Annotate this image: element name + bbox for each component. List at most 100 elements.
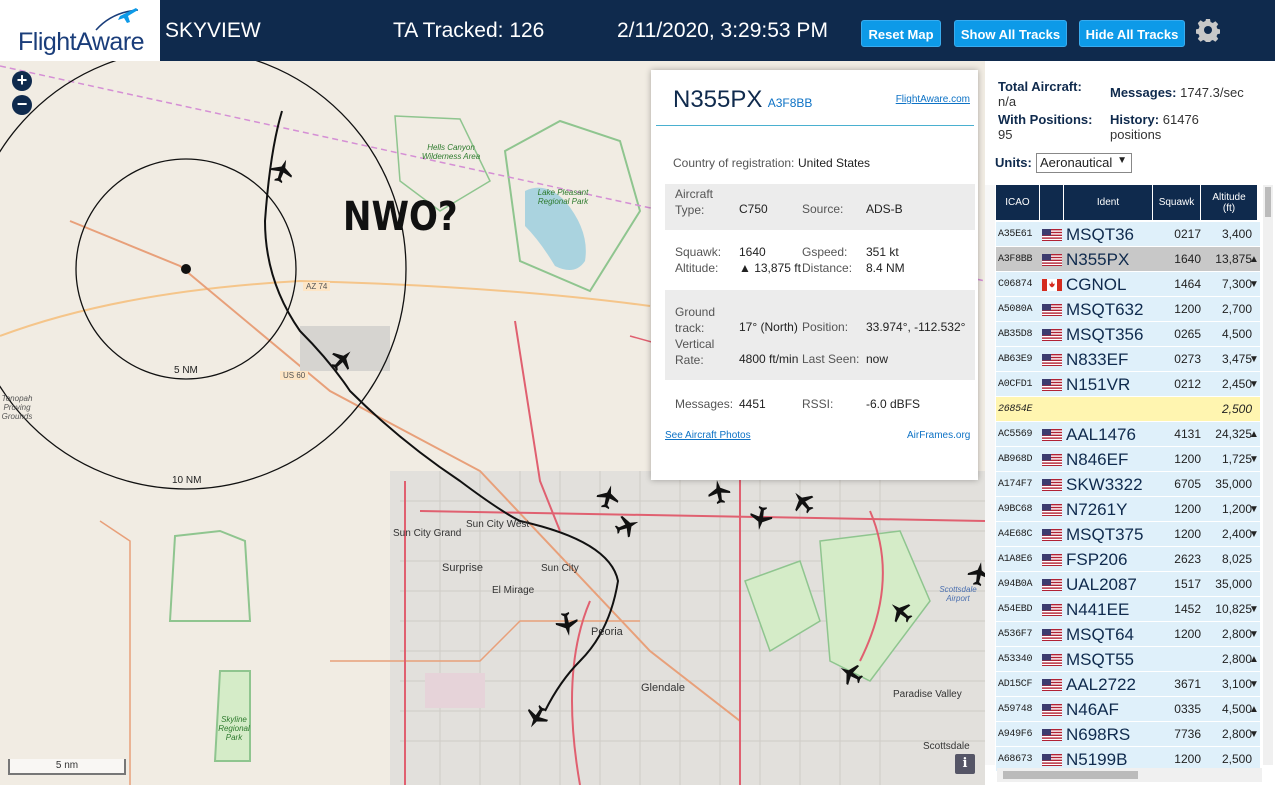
column-header-flag[interactable]: [1040, 185, 1063, 220]
altitude-cell: 4,500: [1221, 702, 1252, 716]
column-header-ident[interactable]: Ident: [1064, 185, 1152, 220]
icao-cell: A0CFD1: [998, 379, 1033, 390]
logo-text: FlightAware: [18, 28, 145, 56]
flightaware-logo[interactable]: FlightAware: [0, 0, 160, 61]
type-section: Aircraft Type: C750 Source: ADS-B: [665, 184, 975, 230]
table-row[interactable]: A35E61 MSQT36 0217 3,400: [996, 222, 1260, 247]
us-flag-icon: [1042, 604, 1062, 616]
table-row[interactable]: A949F6 N698RS 7736 2,800 ▼: [996, 722, 1260, 747]
zoom-in-button[interactable]: +: [12, 71, 32, 91]
trend-icon: ▲: [1249, 654, 1259, 665]
squawk-cell: 0265: [1174, 327, 1201, 341]
messages-value: 4451: [739, 397, 766, 411]
table-row[interactable]: A54EBD N441EE 1452 10,825 ▼: [996, 597, 1260, 622]
table-row[interactable]: AC5569 AAL1476 4131 24,325 ▲: [996, 422, 1260, 447]
icao-cell: A1A8E6: [998, 554, 1033, 565]
range-ring-label-10nm: 10 NM: [172, 475, 202, 486]
airframes-link[interactable]: AirFrames.org: [907, 430, 970, 441]
table-row[interactable]: A4E68C MSQT375 1200 2,400 ▼: [996, 522, 1260, 547]
ident-cell: SKW3322: [1066, 475, 1143, 494]
ident-cell: FSP206: [1066, 550, 1128, 569]
with-positions-value: 95: [998, 127, 1013, 142]
squawk-cell: 1517: [1174, 577, 1201, 591]
squawk-cell: 4131: [1174, 427, 1201, 441]
zoom-out-button[interactable]: −: [12, 95, 32, 115]
annotation-text: NWO?: [343, 194, 458, 240]
altitude-cell: 2,450: [1221, 377, 1252, 391]
vertical-scrollbar-thumb[interactable]: [1265, 187, 1271, 217]
park-label: Skyline Regional Park: [218, 715, 250, 742]
us-flag-icon: [1042, 454, 1062, 466]
table-row[interactable]: A53340 MSQT55 2,800 ▲: [996, 647, 1260, 672]
reset-map-button[interactable]: Reset Map: [861, 20, 941, 47]
us-flag-icon: [1042, 729, 1062, 741]
trend-icon: [1249, 547, 1259, 572]
trend-icon: [1249, 222, 1259, 247]
icao-cell: A3F8BB: [998, 254, 1033, 265]
us-flag-icon: [1042, 429, 1062, 441]
show-all-tracks-button[interactable]: Show All Tracks: [954, 20, 1067, 47]
column-header-squawk[interactable]: Squawk: [1153, 185, 1200, 220]
table-row[interactable]: A5080A MSQT632 1200 2,700: [996, 297, 1260, 322]
table-row[interactable]: A0CFD1 N151VR 0212 2,450 ▼: [996, 372, 1260, 397]
column-header-altitude[interactable]: Altitude (ft): [1201, 185, 1257, 220]
altitude-cell: 10,825: [1215, 602, 1252, 616]
table-row[interactable]: A1A8E6 FSP206 2623 8,025: [996, 547, 1260, 572]
altitude-cell: 2,800: [1221, 652, 1252, 666]
column-header-icao[interactable]: ICAO: [996, 185, 1039, 220]
flightaware-link[interactable]: FlightAware.com: [896, 94, 970, 105]
hide-all-tracks-button[interactable]: Hide All Tracks: [1079, 20, 1185, 47]
vertical-scrollbar[interactable]: [1263, 185, 1273, 765]
place-label: Paradise Valley: [893, 689, 962, 700]
squawk-cell: 2623: [1174, 552, 1201, 566]
us-flag-icon: [1042, 529, 1062, 541]
table-row[interactable]: 26854E 2,500: [996, 397, 1260, 422]
icao-code: A3F8BB: [767, 96, 813, 110]
distance-value: 8.4 NM: [866, 261, 905, 275]
altitude-cell: 2,700: [1221, 302, 1252, 316]
units-value: Aeronautical: [1040, 155, 1113, 170]
horizontal-scrollbar-thumb[interactable]: [1003, 771, 1138, 779]
ident-cell: CGNOL: [1066, 275, 1127, 294]
speed-section: Squawk: 1640 Gspeed: 351 kt Altitude: ▲ …: [665, 240, 975, 282]
table-row[interactable]: A536F7 MSQT64 1200 2,800 ▼: [996, 622, 1260, 647]
top-bar: FlightAware SKYVIEW TA Tracked: 126 2/11…: [0, 0, 1275, 61]
place-label: Glendale: [641, 682, 686, 694]
table-row[interactable]: AB968D N846EF 1200 1,725 ▼: [996, 447, 1260, 472]
aircraft-photos-link[interactable]: See Aircraft Photos: [665, 430, 751, 441]
squawk-cell: 6705: [1174, 477, 1201, 491]
us-flag-icon: [1042, 654, 1062, 666]
icao-cell: AD15CF: [998, 679, 1033, 690]
table-row[interactable]: C06874 CGNOL 1464 7,300 ▼: [996, 272, 1260, 297]
table-row[interactable]: A59748 N46AF 0335 4,500 ▲: [996, 697, 1260, 722]
chevron-down-icon: ▼: [1117, 155, 1127, 166]
table-row[interactable]: A174F7 SKW3322 6705 35,000: [996, 472, 1260, 497]
ident-cell: AAL2722: [1066, 675, 1136, 694]
table-row[interactable]: AB63E9 N833EF 0273 3,475 ▼: [996, 347, 1260, 372]
trend-icon: ▲: [1249, 704, 1259, 715]
us-flag-icon: [1042, 704, 1062, 716]
units-select[interactable]: Aeronautical ▼: [1036, 153, 1132, 173]
table-row[interactable]: AB35D8 MSQT356 0265 4,500: [996, 322, 1260, 347]
trend-icon: ▼: [1249, 354, 1259, 365]
ground-track-label: Ground track:: [675, 305, 716, 335]
park-label: Tonopah Proving Grounds: [1, 394, 33, 421]
last-seen-label: Last Seen:: [802, 352, 860, 366]
place-label: Surprise: [442, 562, 483, 574]
us-flag-icon: [1042, 754, 1062, 766]
table-row[interactable]: AD15CF AAL2722 3671 3,100 ▼: [996, 672, 1260, 697]
source-value: ADS-B: [866, 202, 903, 216]
icao-cell: C06874: [998, 279, 1033, 290]
us-flag-icon: [1042, 629, 1062, 641]
trend-icon: [1249, 572, 1259, 597]
table-row[interactable]: A3F8BB N355PX 1640 13,875 ▲: [996, 247, 1260, 272]
distance-label: Distance:: [802, 261, 853, 275]
table-row[interactable]: A9BC68 N7261Y 1200 1,200 ▼: [996, 497, 1260, 522]
table-row[interactable]: A94B0A UAL2087 1517 35,000: [996, 572, 1260, 597]
with-positions-label: With Positions:: [998, 112, 1093, 127]
ident-cell: UAL2087: [1066, 575, 1137, 594]
info-icon[interactable]: i: [955, 754, 975, 774]
icao-cell: A54EBD: [998, 604, 1033, 615]
gear-icon[interactable]: [1196, 18, 1220, 42]
icao-cell: A174F7: [998, 479, 1033, 490]
